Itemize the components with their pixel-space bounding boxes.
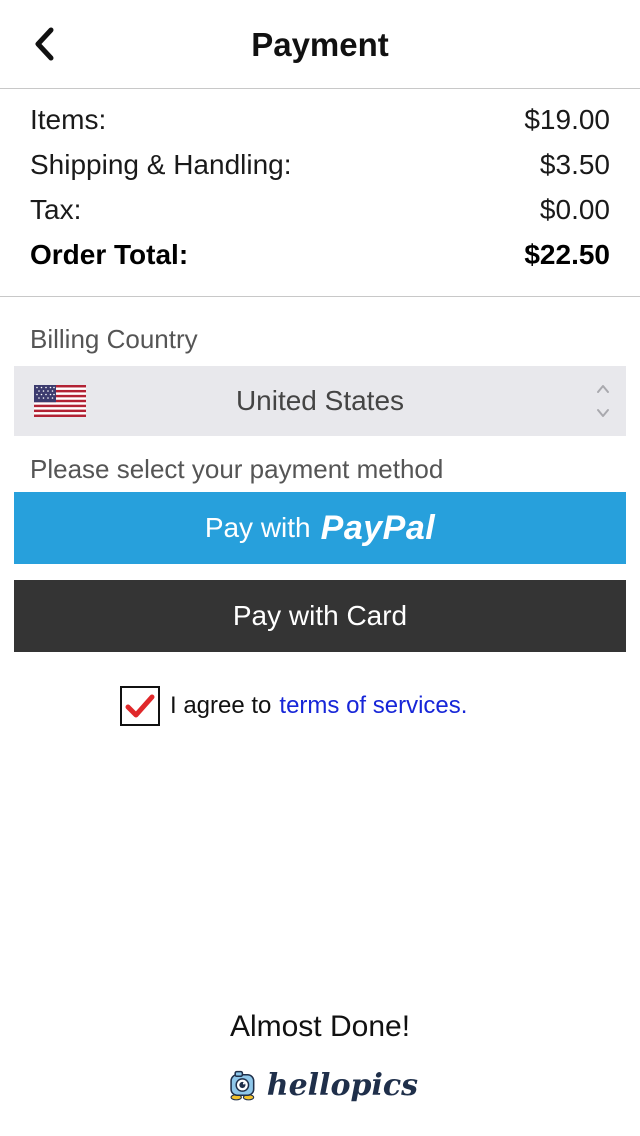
total-label: Order Total: — [30, 239, 189, 270]
page-title: Payment — [251, 25, 389, 63]
paypal-button-prefix: Pay with — [204, 512, 311, 543]
selected-country: United States — [235, 385, 405, 416]
terms-checkbox[interactable] — [120, 686, 160, 726]
paypal-logo: PayPal — [320, 508, 436, 547]
almost-done-message: Almost Done! — [229, 1010, 411, 1043]
order-summary: Items: $19.00 Shipping & Handling: $3.50… — [0, 90, 640, 297]
billing-country-select[interactable]: United States — [14, 366, 626, 436]
pay-with-paypal-button[interactable]: Pay with PayPal — [14, 492, 626, 564]
checkmark-icon — [125, 694, 155, 718]
hellopics-logo: hellopics — [228, 1052, 418, 1118]
agree-text: I agree to — [170, 692, 272, 719]
summary-row-total: Order Total: $22.50 — [30, 235, 610, 275]
camera-mascot-icon — [230, 1070, 255, 1101]
items-label: Items: — [30, 104, 107, 135]
shipping-value: $3.50 — [539, 149, 610, 180]
items-value: $19.00 — [524, 104, 610, 135]
summary-row-tax: Tax: $0.00 — [30, 190, 610, 230]
shipping-label: Shipping & Handling: — [30, 149, 292, 180]
tax-label: Tax: — [30, 194, 82, 225]
payment-method-prompt: Please select your payment method — [30, 454, 444, 484]
total-value: $22.50 — [524, 239, 610, 270]
pay-with-card-button[interactable]: Pay with Card — [14, 580, 626, 652]
navigation-bar: Payment — [0, 0, 640, 89]
summary-row-shipping: Shipping & Handling: $3.50 — [30, 145, 610, 185]
terms-of-service-link[interactable]: terms of services. — [279, 692, 467, 720]
summary-row-items: Items: $19.00 — [30, 100, 610, 140]
terms-agreement: I agree to terms of services. — [120, 686, 467, 726]
up-down-chevron-icon — [597, 385, 609, 417]
tax-value: $0.00 — [539, 194, 610, 225]
hellopics-wordmark: hellopics — [266, 1067, 418, 1103]
billing-country-label: Billing Country — [30, 324, 198, 354]
